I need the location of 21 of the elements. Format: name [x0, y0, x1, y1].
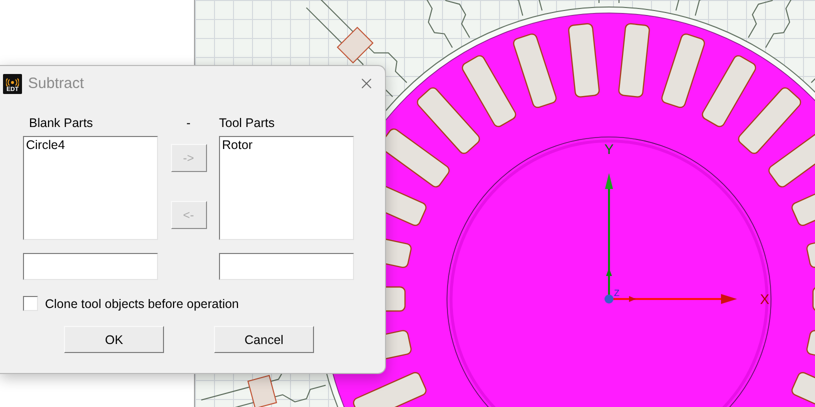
ok-button[interactable]: OK	[64, 326, 164, 353]
input-field[interactable]	[219, 253, 354, 280]
axis-label: Z	[614, 288, 620, 298]
origin-icon	[604, 294, 614, 304]
parts-list[interactable]: Circle4	[23, 136, 158, 240]
cancel-button[interactable]: Cancel	[214, 326, 314, 353]
rotor-slot	[812, 286, 815, 312]
list-item[interactable]: Circle4	[26, 138, 155, 153]
list-item[interactable]: Rotor	[222, 138, 351, 153]
signal-rings-icon	[6, 78, 19, 86]
magnet-block	[247, 374, 278, 407]
axis-label: Y	[604, 141, 614, 157]
parts-list[interactable]: Rotor	[219, 136, 354, 240]
input-field[interactable]	[23, 253, 158, 280]
list-label: Tool Parts	[219, 116, 276, 131]
clone-checkbox[interactable]	[23, 296, 38, 311]
dialog-title: Subtract	[28, 75, 85, 92]
list-label: Blank Parts	[28, 116, 94, 131]
axis-label: X	[760, 291, 770, 307]
operator-label: -	[186, 116, 191, 131]
checkbox-label: Clone tool objects before operation	[45, 296, 239, 310]
